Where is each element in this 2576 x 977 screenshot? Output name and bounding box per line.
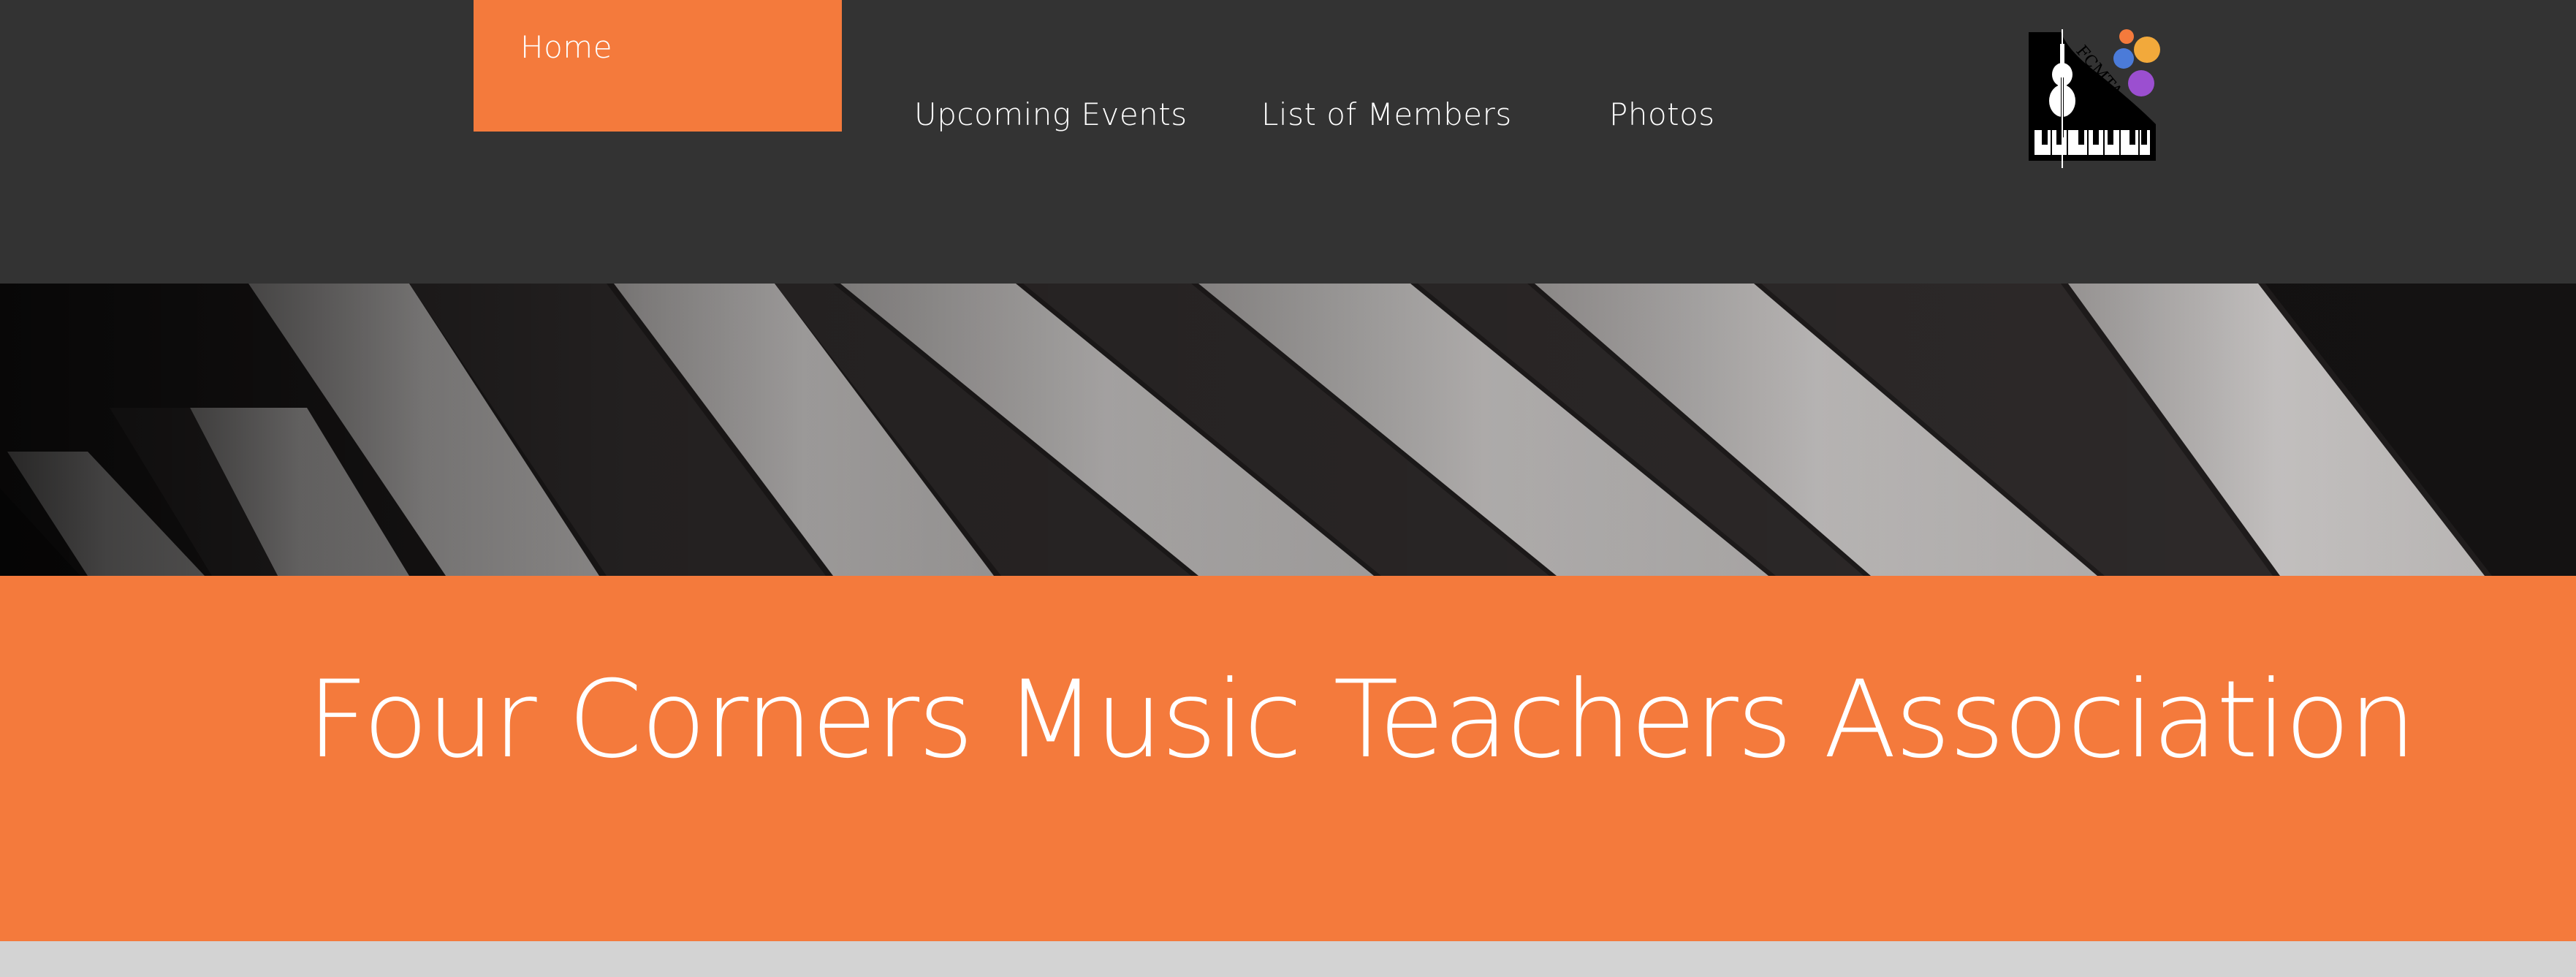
page: Home Upcoming Events List of Members Pho… — [0, 0, 2576, 977]
site-title: Four Corners Music Teachers Association — [307, 658, 2417, 782]
site-logo[interactable]: FCMTA — [2024, 22, 2170, 175]
nav-item-home-label: Home — [520, 29, 613, 65]
nav-item-list-of-members[interactable]: List of Members — [1261, 96, 1512, 132]
nav-item-upcoming-events[interactable]: Upcoming Events — [914, 96, 1188, 132]
site-header: Home Upcoming Events List of Members Pho… — [0, 0, 2576, 284]
footer-strip — [0, 941, 2576, 977]
hero-banner-image — [0, 284, 2576, 576]
violin-piano-logo-icon: FCMTA — [2029, 29, 2160, 168]
piano-keys-photo — [0, 284, 2576, 576]
nav-item-photos[interactable]: Photos — [1609, 96, 1715, 132]
nav-item-home[interactable]: Home — [474, 0, 842, 132]
hero-title-block: Four Corners Music Teachers Association — [0, 576, 2576, 941]
